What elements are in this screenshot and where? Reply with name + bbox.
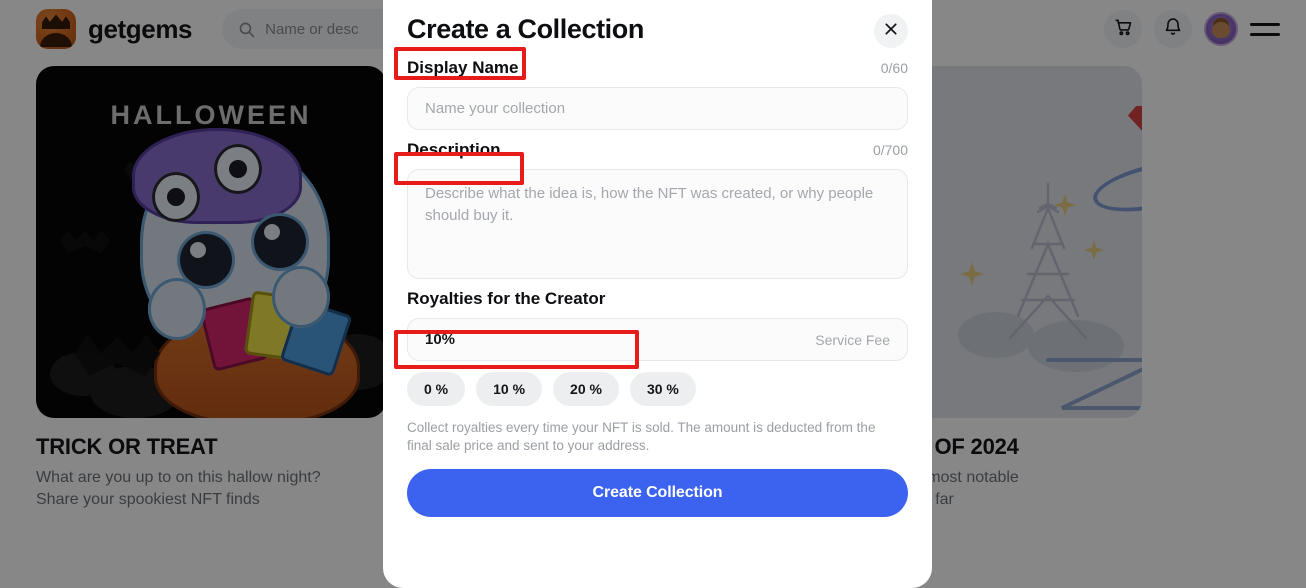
modal-header: Create a Collection	[407, 0, 908, 48]
royalty-chip-20[interactable]: 20 %	[553, 372, 619, 406]
description-label: Description	[407, 140, 501, 160]
page-title: Create a Collection	[407, 10, 644, 48]
royalties-label: Royalties for the Creator	[407, 289, 605, 309]
create-collection-modal: Create a Collection Display Name 0/60 Na…	[383, 0, 932, 588]
royalty-chip-30[interactable]: 30 %	[630, 372, 696, 406]
description-input[interactable]: Describe what the idea is, how the NFT w…	[407, 169, 908, 279]
display-name-row: Display Name 0/60	[407, 58, 908, 78]
royalties-value: 10%	[425, 331, 455, 348]
royalty-preset-chips: 0 % 10 % 20 % 30 %	[407, 372, 908, 406]
royalties-input[interactable]: 10% Service Fee	[407, 318, 908, 361]
create-collection-button[interactable]: Create Collection	[407, 469, 908, 517]
close-icon	[883, 21, 899, 42]
royalty-chip-10[interactable]: 10 %	[476, 372, 542, 406]
royalties-row: Royalties for the Creator	[407, 289, 908, 309]
description-counter: 0/700	[873, 142, 908, 158]
royalty-chip-0[interactable]: 0 %	[407, 372, 465, 406]
display-name-counter: 0/60	[881, 60, 908, 76]
close-button[interactable]	[874, 14, 908, 48]
royalties-hint: Collect royalties every time your NFT is…	[407, 419, 895, 455]
description-placeholder: Describe what the idea is, how the NFT w…	[425, 185, 873, 224]
display-name-placeholder: Name your collection	[425, 100, 565, 117]
description-row: Description 0/700	[407, 140, 908, 160]
display-name-input[interactable]: Name your collection	[407, 87, 908, 130]
service-fee-label: Service Fee	[815, 332, 890, 348]
display-name-label: Display Name	[407, 58, 519, 78]
screen: getgems Name or desc	[0, 0, 1306, 588]
